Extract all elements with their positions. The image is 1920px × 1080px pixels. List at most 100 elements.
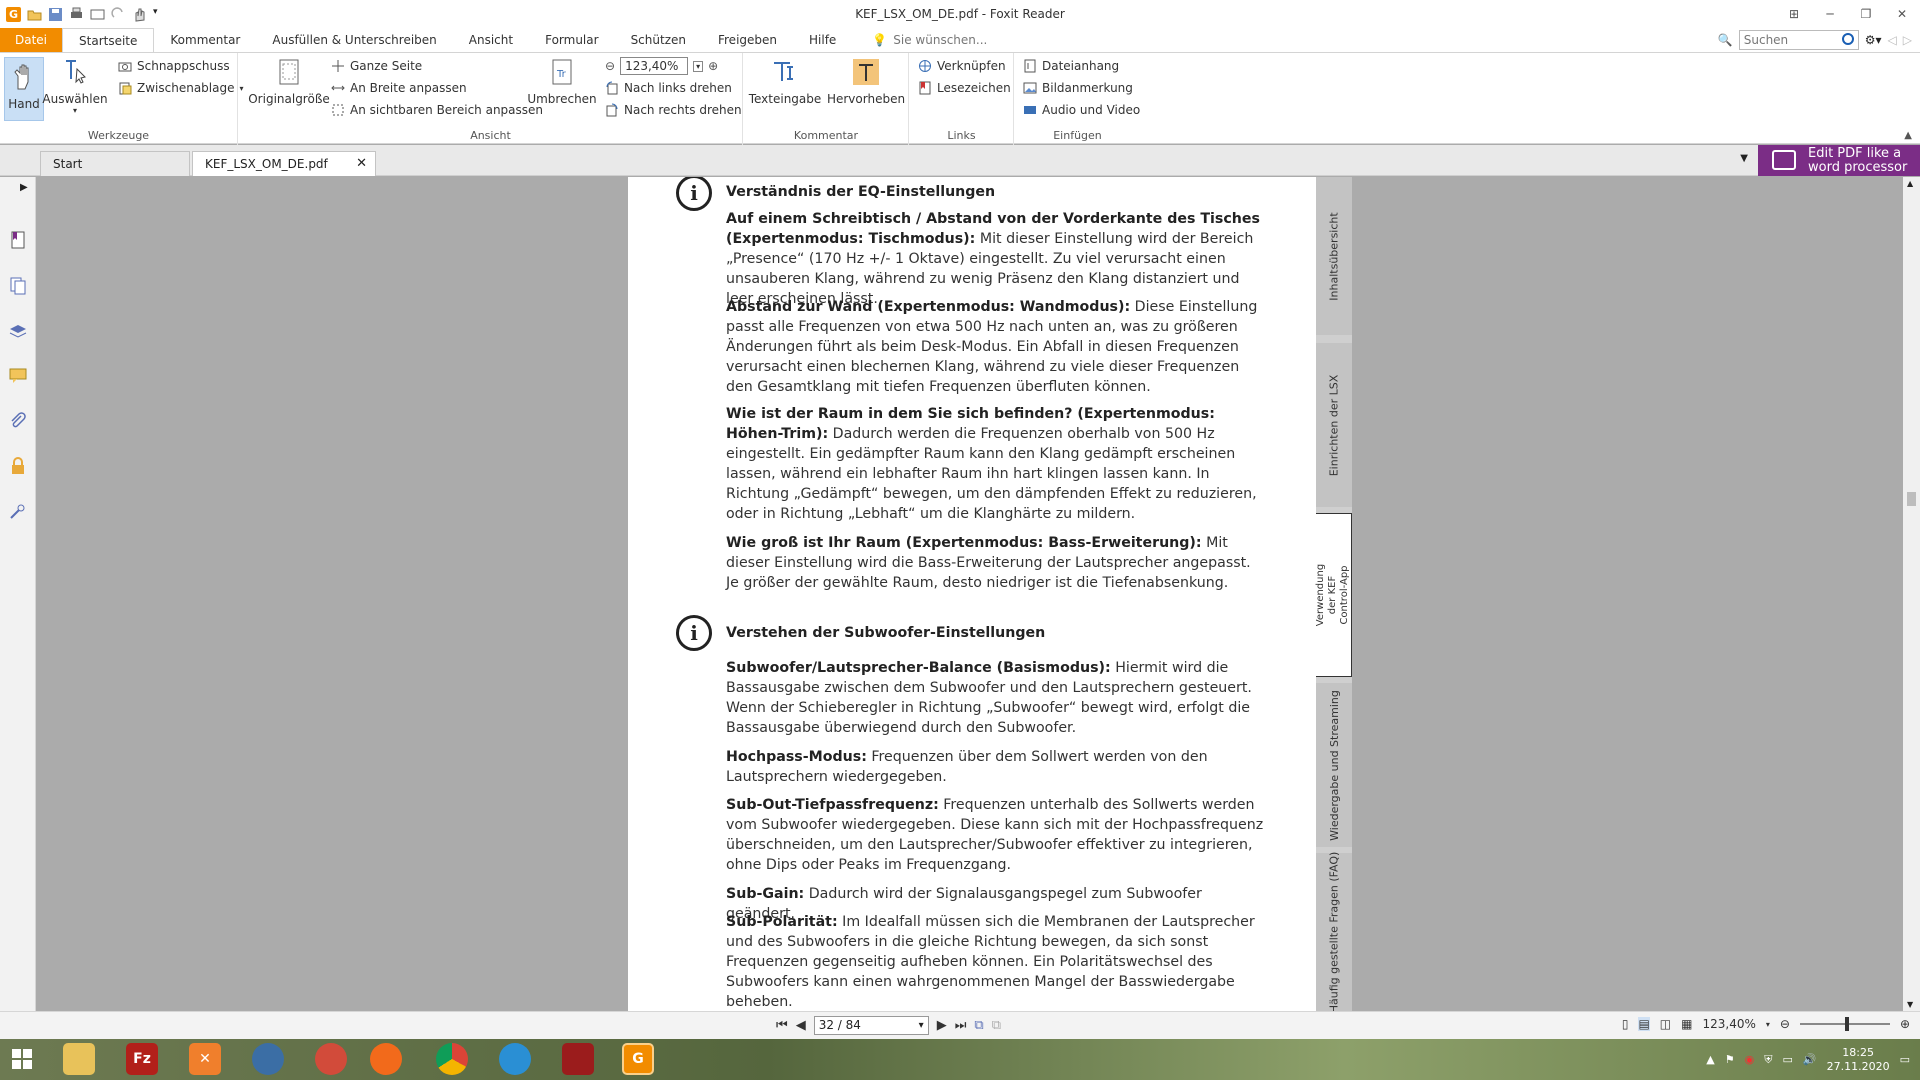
tell-me-box[interactable]: 💡 Sie wünschen...: [852, 28, 987, 52]
next-view-icon[interactable]: ⧉: [992, 1018, 1001, 1033]
file-attachment-button[interactable]: Dateianhang: [1023, 59, 1119, 73]
puzzle-app-icon[interactable]: [562, 1043, 594, 1075]
fit-visible-button[interactable]: An sichtbaren Bereich anpassen: [331, 103, 543, 117]
zoom-input[interactable]: 123,40%: [620, 57, 689, 75]
foxit-taskbar-icon[interactable]: G: [622, 1043, 654, 1075]
customize-qat-icon[interactable]: ▾: [153, 7, 161, 22]
first-page-icon[interactable]: ⏮: [776, 1018, 788, 1033]
filezilla-icon[interactable]: Fz: [126, 1043, 158, 1075]
vertical-scrollbar[interactable]: ▲ ▼: [1903, 177, 1920, 1011]
chapter-tab-inhalt[interactable]: Inhaltsübersicht: [1316, 177, 1352, 335]
ribbon-display-icon[interactable]: ⊞: [1776, 0, 1812, 28]
flag-icon[interactable]: ⚑: [1725, 1053, 1735, 1066]
expand-panel-icon[interactable]: ▶: [20, 182, 28, 193]
tab-ausfuellen[interactable]: Ausfüllen & Unterschreiben: [256, 28, 452, 52]
select-button[interactable]: Auswählen ▾: [42, 57, 108, 115]
start-windows-icon[interactable]: [6, 1043, 38, 1075]
app-icon[interactable]: [315, 1043, 347, 1075]
chrome-icon[interactable]: [436, 1043, 468, 1075]
redo-icon[interactable]: [111, 6, 126, 22]
select-dropdown-icon[interactable]: ▾: [73, 106, 77, 115]
link-button[interactable]: Verknüpfen: [918, 59, 1006, 73]
find-folder-icon[interactable]: 🔍: [1718, 33, 1733, 47]
chapter-tab-einrichten[interactable]: Einrichten der LSX: [1316, 343, 1352, 507]
tab-ansicht[interactable]: Ansicht: [453, 28, 529, 52]
chapter-tab-app[interactable]: Verwendung der KEF Control-App: [1316, 513, 1352, 677]
chapter-tab-wiedergabe[interactable]: Wiedergabe und Streaming: [1316, 683, 1352, 847]
tab-list-dropdown-icon[interactable]: ▼: [1740, 153, 1748, 164]
attachments-panel-icon[interactable]: [9, 412, 27, 430]
tab-startseite[interactable]: Startseite: [62, 28, 155, 52]
chapter-tab-faq[interactable]: Häufig gestellte Fragen (FAQ): [1316, 851, 1352, 1011]
zoom-dropdown-icon[interactable]: ▾: [693, 60, 704, 72]
print-icon[interactable]: [69, 7, 84, 22]
network-icon[interactable]: ▭: [1783, 1053, 1793, 1066]
bookmark-button[interactable]: Lesezeichen: [918, 81, 1011, 95]
tab-schuetzen[interactable]: Schützen: [615, 28, 702, 52]
facing-view-icon[interactable]: ◫: [1660, 1017, 1671, 1031]
tray-app-icon[interactable]: ◉: [1745, 1053, 1755, 1066]
close-tab-icon[interactable]: ✕: [356, 152, 367, 176]
actual-size-button[interactable]: Originalgröße: [248, 57, 330, 106]
tab-freigeben[interactable]: Freigeben: [702, 28, 793, 52]
foxit-logo-icon[interactable]: G: [6, 6, 21, 22]
fit-page-button[interactable]: Ganze Seite: [331, 59, 422, 73]
next-page-icon[interactable]: ▶: [937, 1018, 947, 1033]
status-zoom-value[interactable]: 123,40%: [1702, 1017, 1755, 1031]
scrollbar-thumb[interactable]: [1907, 492, 1916, 506]
zoom-in-icon[interactable]: ⊕: [708, 59, 718, 73]
bookmarks-panel-icon[interactable]: [9, 231, 27, 249]
clipboard-button[interactable]: Zwischenablage ▾: [118, 81, 244, 95]
layers-icon[interactable]: [9, 322, 27, 340]
clock[interactable]: 18:25 27.11.2020: [1827, 1046, 1890, 1074]
previous-page-icon[interactable]: ◀: [796, 1018, 806, 1033]
status-zoom-out-icon[interactable]: ⊖: [1780, 1017, 1790, 1031]
scan-icon[interactable]: [90, 7, 105, 22]
previous-view-icon[interactable]: ⧉: [974, 1018, 983, 1033]
rotate-left-button[interactable]: Nach links drehen: [605, 81, 732, 95]
snapshot-button[interactable]: Schnappschuss: [118, 59, 230, 73]
thunderbird-icon[interactable]: [252, 1043, 284, 1075]
network-app-icon[interactable]: [499, 1043, 531, 1075]
edit-pdf-promo[interactable]: Edit PDF like a word processor: [1758, 145, 1920, 176]
document-viewer[interactable]: i Verständnis der EQ-Einstellungen Auf e…: [37, 177, 1903, 1011]
tab-document[interactable]: KEF_LSX_OM_DE.pdf ✕: [192, 151, 376, 176]
firefox-icon[interactable]: [370, 1043, 402, 1075]
minimize-button[interactable]: ─: [1812, 0, 1848, 28]
tab-start[interactable]: Start: [40, 151, 190, 176]
continuous-view-icon[interactable]: ▤: [1638, 1017, 1650, 1031]
fit-width-button[interactable]: An Breite anpassen: [331, 81, 467, 95]
reflow-button[interactable]: Tr Umbrechen: [527, 57, 597, 106]
notifications-icon[interactable]: ▭: [1900, 1053, 1910, 1066]
back-arrow-icon[interactable]: ◁: [1888, 33, 1897, 47]
signatures-panel-icon[interactable]: [9, 502, 27, 520]
search-input[interactable]: Suchen: [1738, 30, 1859, 50]
image-annotation-button[interactable]: Bildanmerkung: [1023, 81, 1133, 95]
comments-panel-icon[interactable]: [9, 367, 27, 385]
continuous-facing-view-icon[interactable]: ▦: [1681, 1017, 1692, 1031]
zoom-slider[interactable]: [1799, 1017, 1890, 1031]
zoom-out-icon[interactable]: ⊖: [605, 59, 615, 73]
settings-gear-icon[interactable]: ⚙▾: [1865, 33, 1882, 47]
tab-hilfe[interactable]: Hilfe: [793, 28, 852, 52]
zoom-menu-icon[interactable]: ▾: [1766, 1020, 1770, 1029]
page-thumbnails-icon[interactable]: [9, 277, 27, 295]
security-tray-icon[interactable]: ⛨: [1764, 1053, 1772, 1067]
tab-datei[interactable]: Datei: [0, 28, 63, 52]
forward-arrow-icon[interactable]: ▷: [1903, 33, 1912, 47]
audio-video-button[interactable]: Audio und Video: [1023, 103, 1140, 117]
zoom-slider-knob[interactable]: [1844, 1017, 1849, 1031]
close-button[interactable]: ✕: [1884, 0, 1920, 28]
tray-expand-icon[interactable]: ▲: [1706, 1053, 1714, 1066]
typewriter-button[interactable]: Texteingabe: [749, 57, 821, 106]
tab-formular[interactable]: Formular: [529, 28, 614, 52]
single-page-view-icon[interactable]: ▯: [1622, 1017, 1629, 1031]
last-page-icon[interactable]: ⏭: [955, 1018, 967, 1033]
search-icon[interactable]: [1841, 33, 1854, 45]
xampp-icon[interactable]: ✕: [189, 1043, 221, 1075]
collapse-ribbon-icon[interactable]: ▲: [1904, 130, 1912, 141]
hand-button[interactable]: Hand: [4, 57, 44, 121]
hand-tool-icon[interactable]: [132, 7, 147, 22]
security-lock-icon[interactable]: [9, 457, 27, 475]
volume-icon[interactable]: 🔊: [1803, 1053, 1817, 1066]
